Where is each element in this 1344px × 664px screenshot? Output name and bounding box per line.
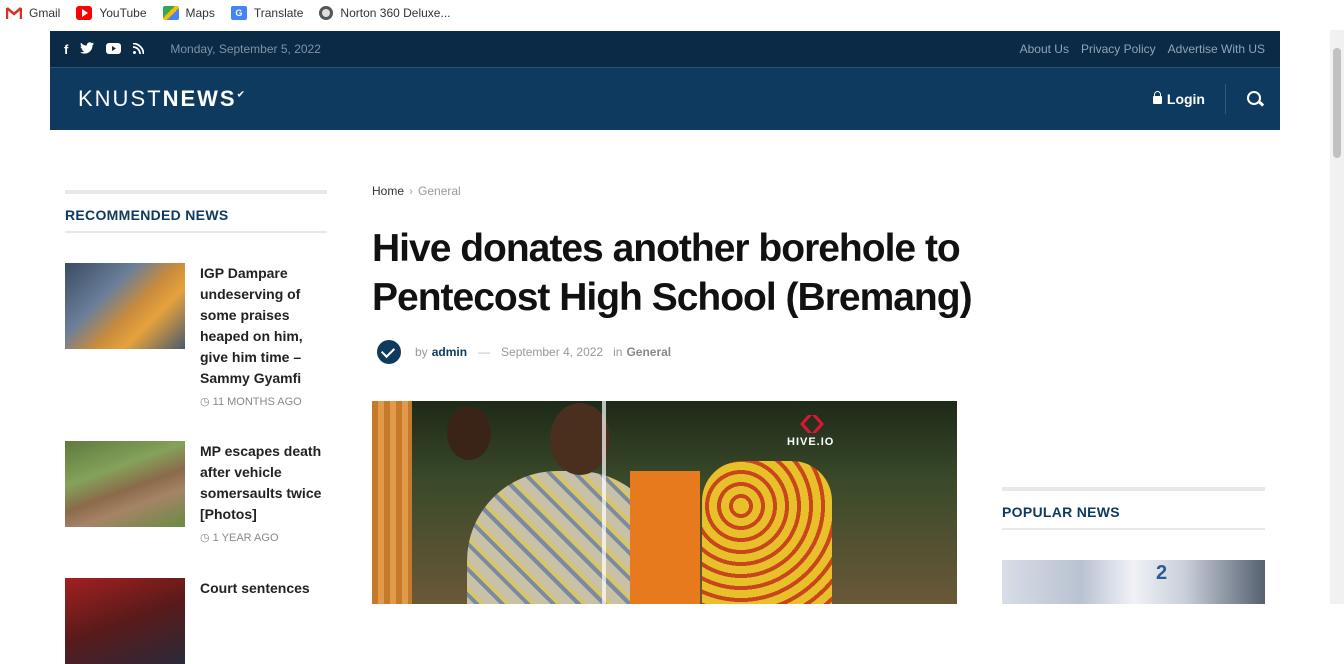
time-ago: 1 YEAR AGO <box>212 532 279 544</box>
top-links: About Us Privacy Policy Advertise With U… <box>1008 42 1265 56</box>
site-header: KNUSTNEWS✔ Login <box>50 67 1280 130</box>
section-title: RECOMMENDED NEWS <box>65 194 327 233</box>
recommended-news-section: RECOMMENDED NEWS IGP Dampare undeserving… <box>65 190 327 664</box>
logo-light-text: KNUST <box>78 86 163 111</box>
article-featured-image: HIVE.IO <box>372 401 957 604</box>
bookmark-norton[interactable]: Norton 360 Deluxe... <box>319 5 451 20</box>
bookmark-youtube[interactable]: YouTube <box>76 5 147 20</box>
bookmark-label: YouTube <box>99 5 147 20</box>
article-thumbnail[interactable] <box>65 263 185 349</box>
recommended-item-title[interactable]: IGP Dampare undeserving of some praises … <box>200 263 327 389</box>
article-thumbnail[interactable] <box>65 441 185 527</box>
image-water-stream <box>602 401 606 604</box>
twitter-icon[interactable] <box>80 41 95 57</box>
logo-bold-text: NEWS <box>162 86 237 111</box>
lock-icon <box>1152 91 1162 104</box>
top-bar: f Monday, September 5, 2022 About Us Pri… <box>50 31 1280 67</box>
login-label: Login <box>1166 91 1205 107</box>
about-us-link[interactable]: About Us <box>1020 42 1069 56</box>
bookmark-label: Norton 360 Deluxe... <box>340 5 451 20</box>
bookmark-maps[interactable]: Maps <box>162 5 215 20</box>
bookmarks-bar: Gmail YouTube Maps G Translate Norton 36… <box>0 0 1344 25</box>
recommended-item-title[interactable]: Court sentences <box>200 578 310 599</box>
hive-logo-icon <box>812 415 824 433</box>
article-date[interactable]: September 4, 2022 <box>501 345 603 359</box>
clock-icon: ◷ <box>200 396 210 408</box>
maps-icon <box>162 5 179 20</box>
by-label: by <box>415 345 428 359</box>
translate-icon: G <box>230 5 247 20</box>
article-thumbnail[interactable] <box>65 578 185 664</box>
author-link[interactable]: admin <box>432 345 467 359</box>
rss-icon[interactable] <box>133 42 145 57</box>
bookmark-label: Maps <box>185 5 215 20</box>
recommended-item-time: ◷ 11 MONTHS AGO <box>200 395 327 408</box>
breadcrumb-separator: › <box>409 184 414 198</box>
bookmark-label: Gmail <box>29 5 61 20</box>
hive-brand-text: HIVE.IO <box>787 436 835 448</box>
norton-icon <box>319 5 334 20</box>
youtube-social-icon[interactable] <box>106 42 122 57</box>
privacy-policy-link[interactable]: Privacy Policy <box>1081 42 1156 56</box>
bookmark-label: Translate <box>253 5 304 20</box>
article-title: Hive donates another borehole to Penteco… <box>372 227 973 319</box>
bookmark-gmail[interactable]: Gmail <box>5 5 61 20</box>
popular-news-section: POPULAR NEWS <box>1002 487 1265 530</box>
login-button[interactable]: Login <box>1152 84 1226 114</box>
category-link[interactable]: General <box>626 345 671 359</box>
recommended-item-body: Court sentences <box>200 578 310 664</box>
popular-article-thumbnail[interactable]: 2 <box>1002 560 1265 604</box>
logo-check-icon: ✔ <box>236 89 247 101</box>
author-avatar[interactable] <box>377 340 401 364</box>
clock-icon: ◷ <box>200 532 210 544</box>
time-ago: 11 MONTHS AGO <box>212 396 302 408</box>
recommended-item[interactable]: IGP Dampare undeserving of some praises … <box>65 263 327 408</box>
breadcrumb-current[interactable]: General <box>418 184 461 198</box>
section-title: POPULAR NEWS <box>1002 491 1265 530</box>
image-person-head <box>447 406 491 460</box>
gmail-icon <box>5 6 23 20</box>
in-label: in <box>613 345 623 359</box>
social-links: f <box>64 42 156 57</box>
current-date: Monday, September 5, 2022 <box>170 42 321 56</box>
recommended-item-body: MP escapes death after vehicle somersaul… <box>200 441 327 544</box>
site-logo[interactable]: KNUSTNEWS✔ <box>78 86 247 112</box>
image-person-head <box>550 403 610 475</box>
breadcrumb-home[interactable]: Home <box>372 184 404 198</box>
recommended-item[interactable]: MP escapes death after vehicle somersaul… <box>65 441 327 544</box>
search-icon[interactable] <box>1246 90 1264 108</box>
bookmark-translate[interactable]: G Translate <box>230 5 304 20</box>
page-scrollbar[interactable] <box>1330 30 1344 604</box>
breadcrumb: Home › General <box>372 184 461 198</box>
image-yellow-dress <box>702 461 832 604</box>
advertise-link[interactable]: Advertise With US <box>1168 42 1265 56</box>
recommended-item-title[interactable]: MP escapes death after vehicle somersaul… <box>200 441 327 525</box>
article-meta: by admin — September 4, 2022 in General <box>377 340 671 364</box>
meta-separator: — <box>478 345 491 359</box>
image-orange-shirt <box>630 471 700 604</box>
facebook-icon[interactable]: f <box>64 42 68 57</box>
recommended-item-time: ◷ 1 YEAR AGO <box>200 531 327 544</box>
recommended-item[interactable]: Court sentences <box>65 578 327 664</box>
youtube-icon <box>76 5 93 20</box>
image-kente-stripe <box>372 401 412 604</box>
recommended-item-body: IGP Dampare undeserving of some praises … <box>200 263 327 408</box>
scrollbar-thumb[interactable] <box>1333 48 1341 158</box>
thumbnail-text: 2 <box>1156 562 1168 584</box>
